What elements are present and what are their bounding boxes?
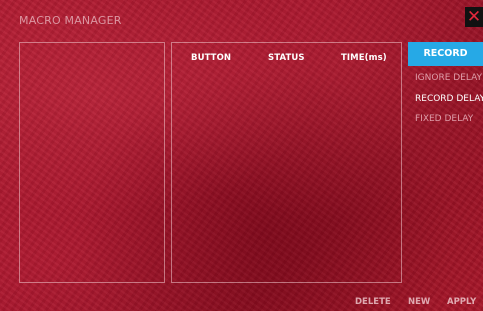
apply-button[interactable]: APPLY (447, 297, 476, 307)
window-title: MACRO MANAGER (19, 14, 122, 27)
macro-list-panel[interactable] (19, 42, 165, 283)
close-button[interactable]: ✕ (465, 7, 483, 27)
macro-steps-table[interactable] (171, 42, 402, 283)
close-icon: ✕ (466, 7, 482, 27)
column-header-button: BUTTON (191, 53, 232, 63)
new-button[interactable]: NEW (408, 297, 430, 307)
column-header-time: TIME(ms) (341, 53, 387, 63)
record-button[interactable]: RECORD (408, 42, 483, 66)
column-header-status: STATUS (268, 53, 305, 63)
macro-manager-window: MACRO MANAGER ✕ BUTTON STATUS TIME(ms) R… (0, 0, 483, 311)
fixed-delay-option[interactable]: FIXED DELAY (415, 114, 473, 124)
delete-button[interactable]: DELETE (355, 297, 391, 307)
record-delay-option[interactable]: RECORD DELAY (415, 94, 483, 104)
ignore-delay-option[interactable]: IGNORE DELAY (415, 73, 482, 83)
